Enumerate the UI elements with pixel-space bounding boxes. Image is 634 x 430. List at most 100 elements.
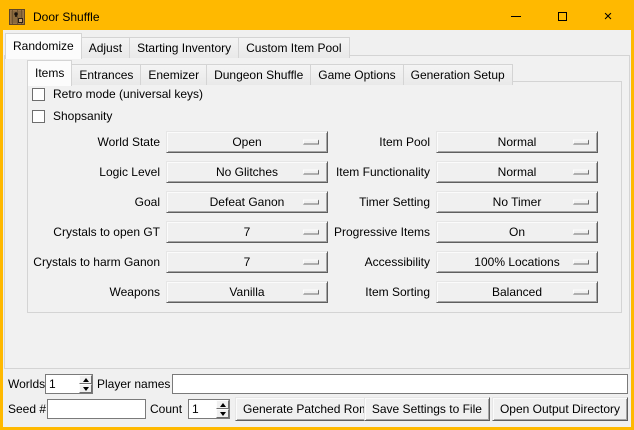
checkbox-label: Shopsanity bbox=[53, 109, 112, 123]
item-functionality-dropdown[interactable]: Normal bbox=[436, 161, 598, 183]
setting-label: Item Pool bbox=[328, 131, 436, 153]
item-pool-dropdown[interactable]: Normal bbox=[436, 131, 598, 153]
world-state-dropdown[interactable]: Open bbox=[166, 131, 328, 153]
tab-randomize[interactable]: Randomize bbox=[5, 33, 82, 59]
seed-label: Seed # bbox=[8, 402, 46, 416]
shopsanity-checkbox[interactable]: Shopsanity bbox=[32, 108, 112, 124]
count-spinbox[interactable] bbox=[188, 399, 230, 419]
arrow-down-icon bbox=[220, 412, 226, 416]
maximize-button[interactable] bbox=[539, 3, 585, 30]
settings-row: Goal Defeat Ganon Timer Setting No Timer bbox=[28, 191, 621, 213]
goal-dropdown[interactable]: Defeat Ganon bbox=[166, 191, 328, 213]
item-sorting-dropdown[interactable]: Balanced bbox=[436, 281, 598, 303]
spin-buttons bbox=[216, 400, 229, 418]
setting-label: Progressive Items bbox=[328, 221, 436, 243]
crystals-harm-ganon-dropdown[interactable]: 7 bbox=[166, 251, 328, 273]
close-icon: × bbox=[604, 9, 613, 24]
timer-setting-dropdown[interactable]: No Timer bbox=[436, 191, 598, 213]
worlds-label: Worlds bbox=[8, 377, 45, 391]
spin-down-button[interactable] bbox=[79, 384, 92, 393]
tab-enemizer[interactable]: Enemizer bbox=[140, 64, 207, 85]
accessibility-dropdown[interactable]: 100% Locations bbox=[436, 251, 598, 273]
settings-grid: World State Open Item Pool Normal Logic … bbox=[28, 131, 621, 311]
setting-label: Crystals to harm Ganon bbox=[28, 251, 166, 273]
dropdown-value: Normal bbox=[498, 165, 537, 179]
settings-row: Logic Level No Glitches Item Functionali… bbox=[28, 161, 621, 183]
settings-file-buttons: Save Settings to File Open Output Direct… bbox=[364, 397, 628, 421]
items-page: Retro mode (universal keys) Shopsanity W… bbox=[27, 81, 622, 313]
generation-panel: Worlds Player names Seed # Count Generat… bbox=[3, 369, 631, 427]
dropdown-indicator-icon bbox=[303, 230, 319, 235]
dropdown-value: Defeat Ganon bbox=[210, 195, 285, 209]
minimize-button[interactable] bbox=[493, 3, 539, 30]
dropdown-value: Vanilla bbox=[229, 285, 264, 299]
retro-mode-checkbox[interactable]: Retro mode (universal keys) bbox=[32, 86, 203, 102]
open-output-button[interactable]: Open Output Directory bbox=[492, 397, 628, 421]
progressive-items-dropdown[interactable]: On bbox=[436, 221, 598, 243]
dropdown-indicator-icon bbox=[573, 260, 589, 265]
checkbox-box-icon[interactable] bbox=[32, 88, 45, 101]
window-title: Door Shuffle bbox=[33, 10, 100, 24]
close-button[interactable]: × bbox=[585, 3, 631, 30]
dropdown-value: 7 bbox=[244, 225, 251, 239]
spin-down-button[interactable] bbox=[216, 409, 229, 418]
spin-up-button[interactable] bbox=[79, 375, 92, 384]
weapons-dropdown[interactable]: Vanilla bbox=[166, 281, 328, 303]
dropdown-indicator-icon bbox=[303, 260, 319, 265]
main-tab-bar: Randomize Adjust Starting Inventory Cust… bbox=[5, 31, 349, 58]
tab-adjust[interactable]: Adjust bbox=[81, 37, 130, 58]
settings-row: World State Open Item Pool Normal bbox=[28, 131, 621, 153]
dropdown-value: No Glitches bbox=[216, 165, 278, 179]
crystals-open-gt-dropdown[interactable]: 7 bbox=[166, 221, 328, 243]
arrow-up-icon bbox=[220, 403, 226, 407]
checkbox-box-icon[interactable] bbox=[32, 110, 45, 123]
tab-dungeon-shuffle[interactable]: Dungeon Shuffle bbox=[206, 64, 311, 85]
setting-label: Accessibility bbox=[328, 251, 436, 273]
dropdown-value: Balanced bbox=[492, 285, 542, 299]
randomize-sub-tab-bar: Items Entrances Enemizer Dungeon Shuffle… bbox=[27, 57, 512, 85]
dropdown-value: On bbox=[509, 225, 525, 239]
seed-input[interactable] bbox=[47, 399, 146, 419]
setting-label: Logic Level bbox=[28, 161, 166, 183]
setting-label: Item Sorting bbox=[328, 281, 436, 303]
worlds-spinbox[interactable] bbox=[45, 374, 93, 394]
count-input[interactable] bbox=[189, 400, 216, 418]
spin-buttons bbox=[79, 375, 92, 393]
dropdown-indicator-icon bbox=[303, 170, 319, 175]
dropdown-indicator-icon bbox=[573, 200, 589, 205]
tab-game-options[interactable]: Game Options bbox=[310, 64, 403, 85]
generate-rom-button[interactable]: Generate Patched Rom bbox=[235, 397, 377, 421]
setting-label: Weapons bbox=[28, 281, 166, 303]
tab-generation-setup[interactable]: Generation Setup bbox=[403, 64, 513, 85]
count-label: Count bbox=[150, 402, 182, 416]
setting-label: Item Functionality bbox=[328, 161, 436, 183]
arrow-down-icon bbox=[83, 387, 89, 391]
dropdown-value: Open bbox=[232, 135, 261, 149]
setting-label: World State bbox=[28, 131, 166, 153]
player-names-input[interactable] bbox=[172, 374, 628, 394]
tab-entrances[interactable]: Entrances bbox=[71, 64, 141, 85]
dropdown-indicator-icon bbox=[303, 290, 319, 295]
maximize-icon bbox=[558, 12, 567, 21]
setting-label: Crystals to open GT bbox=[28, 221, 166, 243]
dropdown-indicator-icon bbox=[303, 200, 319, 205]
dropdown-value: Normal bbox=[498, 135, 537, 149]
dropdown-indicator-icon bbox=[303, 140, 319, 145]
spin-up-button[interactable] bbox=[216, 400, 229, 409]
checkbox-label: Retro mode (universal keys) bbox=[53, 87, 203, 101]
worlds-input[interactable] bbox=[46, 375, 79, 393]
dropdown-indicator-icon bbox=[573, 230, 589, 235]
player-names-label: Player names bbox=[97, 377, 170, 391]
save-settings-button[interactable]: Save Settings to File bbox=[364, 397, 490, 421]
tab-items[interactable]: Items bbox=[27, 60, 72, 86]
settings-row: Crystals to open GT 7 Progressive Items … bbox=[28, 221, 621, 243]
dropdown-value: No Timer bbox=[493, 195, 542, 209]
window-controls: × bbox=[493, 3, 631, 30]
tab-custom-item-pool[interactable]: Custom Item Pool bbox=[238, 37, 349, 58]
door-icon bbox=[9, 9, 25, 25]
tab-starting-inventory[interactable]: Starting Inventory bbox=[129, 37, 239, 58]
dropdown-value: 100% Locations bbox=[474, 255, 559, 269]
arrow-up-icon bbox=[83, 378, 89, 382]
titlebar[interactable]: Door Shuffle × bbox=[3, 3, 631, 30]
logic-level-dropdown[interactable]: No Glitches bbox=[166, 161, 328, 183]
